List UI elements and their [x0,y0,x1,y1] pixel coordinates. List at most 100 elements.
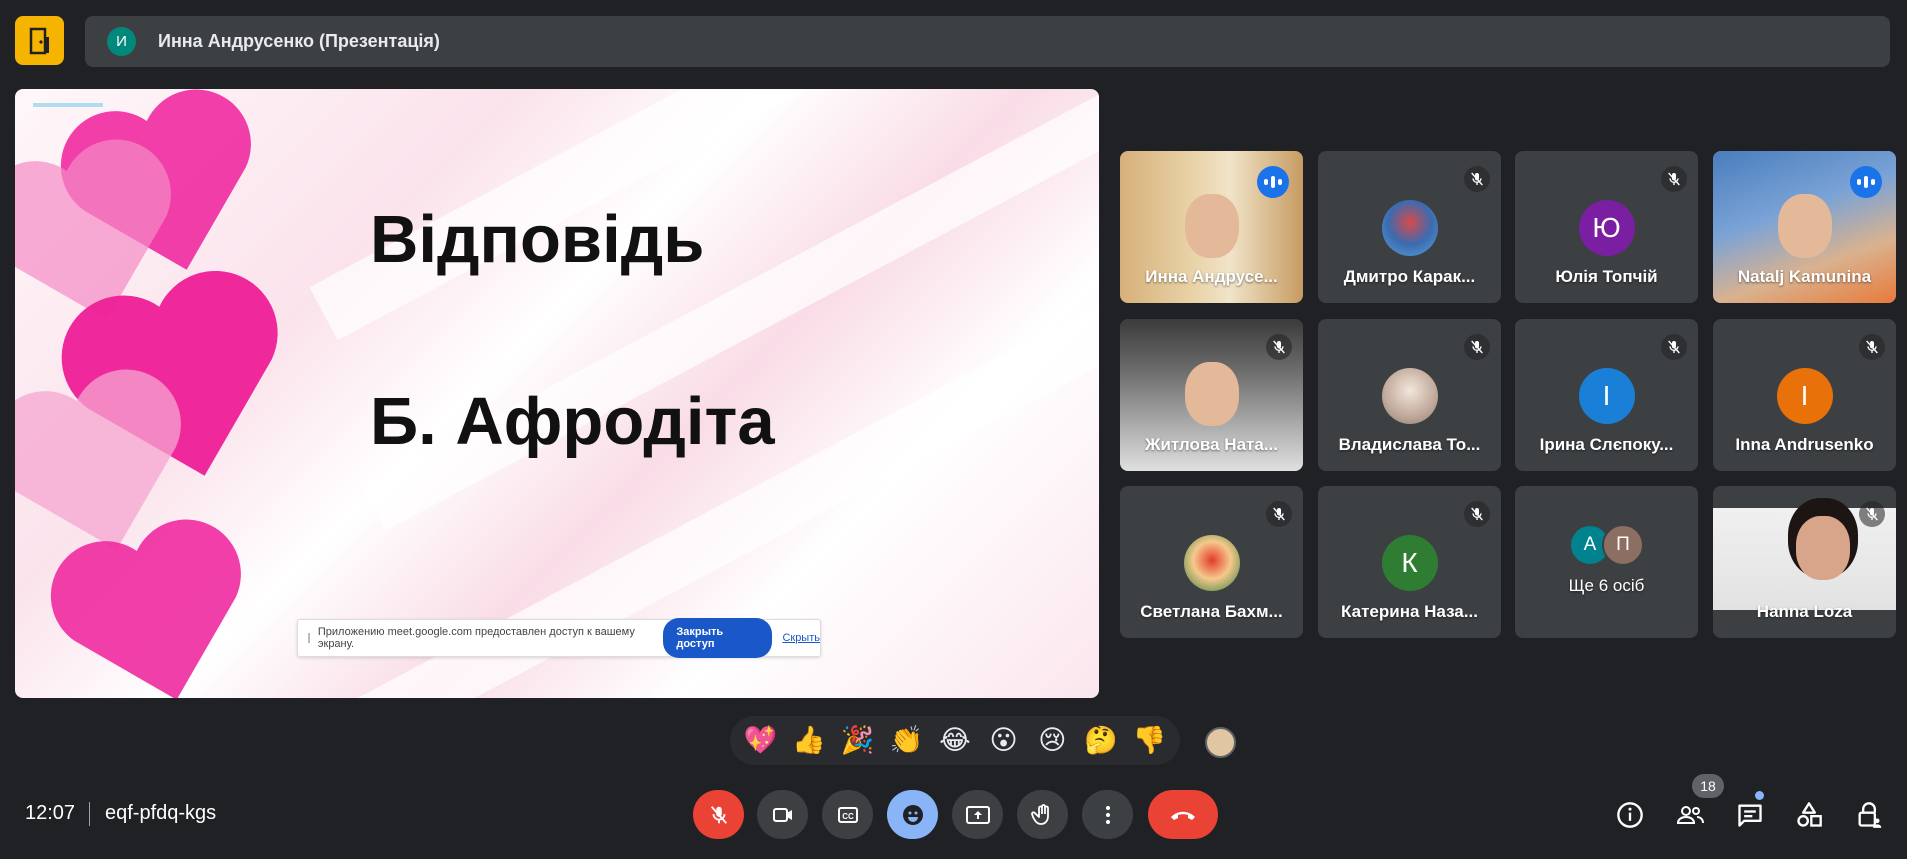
participant-tile[interactable]: К Катерина Наза... [1318,486,1501,638]
skin-tone-button[interactable] [1205,727,1236,758]
emoji-icon [902,804,923,825]
participant-face [1184,361,1239,426]
share-notice-text: Приложению meet.google.com предоставлен … [317,626,635,650]
mic-off-icon [1661,166,1687,192]
reaction-emoji[interactable]: 👏 [886,716,926,765]
meeting-details-button[interactable] [1613,798,1647,832]
presenter-banner: И Инна Андрусенко (Презентація) [85,16,1890,67]
participant-tile[interactable]: I Inna Andrusenko [1713,319,1896,471]
participant-face [1184,193,1239,258]
reaction-emoji[interactable]: 🤔 [1081,716,1121,765]
reaction-emoji[interactable]: 😮 [984,716,1024,765]
host-controls-button[interactable] [1852,798,1886,832]
svg-text:CC: CC [842,812,854,821]
activities-button[interactable] [1792,798,1826,832]
participant-avatar: I [1776,368,1833,424]
participant-name: Владислава То... [1338,435,1481,454]
divider [89,802,90,826]
people-button[interactable] [1673,798,1707,832]
mic-off-icon [710,805,727,824]
reaction-emoji[interactable]: 💖 [740,716,780,765]
clock: 12:07 [25,802,76,824]
participant-face [1795,516,1850,581]
participant-name: Natalj Kamunina [1737,267,1872,286]
participant-tile[interactable]: Дмитро Карак... [1318,151,1501,303]
captions-button[interactable]: CC [822,790,873,839]
hang-up-icon [1171,811,1195,820]
participant-tile[interactable]: Hanna Loza [1713,486,1896,638]
participant-count-badge: 18 [1692,774,1724,798]
mic-off-icon [1859,334,1885,360]
participant-tile[interactable]: Инна Андрусе... [1120,151,1303,303]
participant-face [1777,193,1832,258]
microphone-button[interactable] [693,790,744,839]
participant-name: Катерина Наза... [1341,602,1478,621]
shared-screen: Відповідь Б. Афродіта Приложению meet.go… [15,89,1099,698]
hide-notice-link[interactable]: Скрыть [782,632,820,644]
shapes-icon [1797,802,1822,827]
lock-person-icon [1858,802,1882,828]
presenter-label: Инна Андрусенко (Презентація) [158,31,440,51]
participant-avatar [1381,368,1438,424]
speaking-indicator-icon [1257,166,1289,198]
participant-name: Светлана Бахм... [1140,602,1283,621]
raise-hand-button[interactable] [1017,790,1068,839]
more-vert-icon [1105,805,1110,824]
participant-tile[interactable]: А П Ще 6 осіб [1515,486,1698,638]
reaction-bar: 💖 👍 🎉 👏 😂 😮 😢 🤔 👎 [730,716,1180,765]
camera-icon [772,807,792,822]
participant-name: Hanna Loza [1756,602,1853,621]
door-icon[interactable] [15,16,64,65]
leave-call-button[interactable] [1148,790,1218,839]
participant-avatar: І [1578,368,1635,424]
chat-button[interactable] [1733,798,1767,832]
mic-off-icon [1464,334,1490,360]
unread-dot [1755,791,1764,800]
drag-handle[interactable] [308,633,310,643]
slide-answer: Б. Афродіта [370,384,775,459]
presenter-avatar: И [107,27,136,56]
camera-button[interactable] [757,790,808,839]
speaking-indicator-icon [1850,166,1882,198]
mic-off-icon [1266,334,1292,360]
heart-icon [50,519,241,698]
mic-off-icon [1859,501,1885,527]
reaction-emoji[interactable]: 👎 [1130,716,1170,765]
mic-off-icon [1661,334,1687,360]
participant-name: Инна Андрусе... [1145,267,1278,286]
meeting-code: eqf-pfdq-kgs [105,802,217,824]
participant-name: Inna Andrusenko [1735,435,1874,454]
participant-tile[interactable]: Светлана Бахм... [1120,486,1303,638]
mic-off-icon [1464,501,1490,527]
more-options-button[interactable] [1082,790,1133,839]
participant-tile[interactable]: Ю Юлія Топчій [1515,151,1698,303]
reaction-emoji[interactable]: 👍 [789,716,829,765]
reaction-emoji[interactable]: 😢 [1032,716,1072,765]
participant-avatar: К [1381,535,1438,591]
stop-sharing-button[interactable]: Закрыть доступ [663,618,773,658]
info-icon [1617,802,1643,828]
participant-avatar [1183,535,1240,591]
participant-avatar [1381,200,1438,256]
captions-icon: CC [837,806,858,823]
present-button[interactable] [952,790,1003,839]
slide-title: Відповідь [370,202,705,277]
people-icon [1676,806,1704,824]
participant-name: Юлія Топчій [1555,267,1658,286]
participant-name: Дмитро Карак... [1343,267,1476,286]
participant-tile[interactable]: Житлова Ната... [1120,319,1303,471]
participant-tile[interactable]: І Ірина Слєпоку... [1515,319,1698,471]
reaction-emoji[interactable]: 😂 [935,716,975,765]
screen-share-notice: Приложению meet.google.com предоставлен … [297,618,821,658]
chat-icon [1738,804,1762,827]
mic-off-icon [1266,501,1292,527]
overflow-avatar: П [1602,524,1644,566]
mic-off-icon [1464,166,1490,192]
participant-tile[interactable]: Владислава То... [1318,319,1501,471]
reactions-button[interactable] [887,790,938,839]
participant-tile[interactable]: Natalj Kamunina [1713,151,1896,303]
participant-name: Ірина Слєпоку... [1539,435,1674,454]
participant-name: Житлова Ната... [1145,435,1278,454]
hand-icon [1030,803,1049,825]
reaction-emoji[interactable]: 🎉 [838,716,878,765]
